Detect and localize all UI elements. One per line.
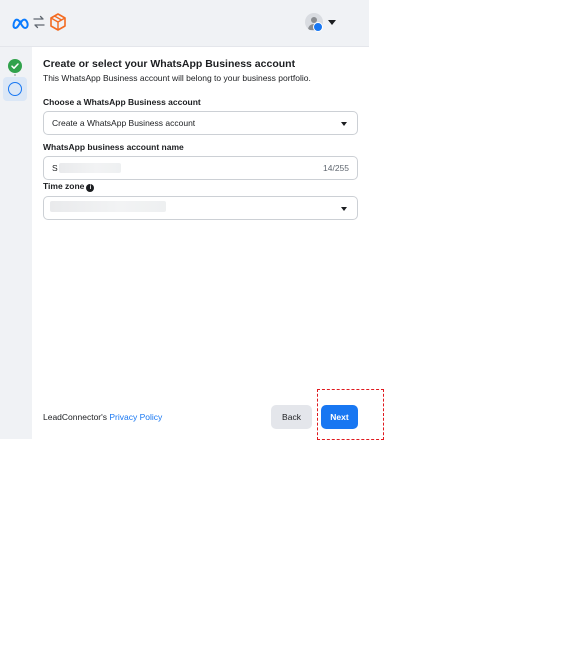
- redacted-text: [50, 201, 166, 212]
- time-zone-dropdown[interactable]: [43, 196, 358, 220]
- progress-steps-rail: [0, 47, 32, 439]
- privacy-notice: LeadConnector's Privacy Policy: [43, 412, 162, 423]
- account-name-input[interactable]: S 14/255: [43, 156, 358, 180]
- back-button[interactable]: Back: [271, 405, 312, 429]
- page-title: Create or select your WhatsApp Business …: [43, 58, 296, 70]
- meta-logo-icon: [12, 18, 29, 30]
- orange-box-logo-icon: [50, 13, 66, 31]
- header-bar: [0, 0, 369, 47]
- check-circle-icon: [8, 59, 22, 73]
- account-select-label: Choose a WhatsApp Business account: [43, 97, 201, 107]
- account-select-value: Create a WhatsApp Business account: [52, 118, 196, 128]
- privacy-notice-prefix: LeadConnector's: [43, 412, 110, 422]
- time-zone-label-row: Time zone i: [43, 181, 95, 192]
- account-name-value: S: [52, 163, 58, 173]
- page-subtitle: This WhatsApp Business account will belo…: [43, 73, 311, 83]
- chevron-down-icon: [341, 207, 347, 211]
- account-name-label: WhatsApp business account name: [43, 142, 184, 152]
- info-icon[interactable]: i: [86, 184, 95, 192]
- whatsapp-signup-panel: Create or select your WhatsApp Business …: [0, 0, 369, 439]
- facebook-badge-icon: [313, 22, 323, 32]
- highlight-annotation: [317, 389, 384, 440]
- privacy-policy-link[interactable]: Privacy Policy: [109, 412, 162, 422]
- step-connector: [14, 74, 16, 76]
- account-menu-button[interactable]: [305, 13, 339, 33]
- chevron-down-icon: [328, 20, 336, 25]
- form-header: Create or select your WhatsApp Business …: [43, 58, 358, 84]
- account-select-dropdown[interactable]: Create a WhatsApp Business account: [43, 111, 358, 135]
- swap-arrows-icon: [33, 15, 45, 29]
- time-zone-label: Time zone: [43, 181, 85, 191]
- empty-circle-icon: [8, 82, 22, 96]
- character-counter: 14/255: [323, 163, 349, 173]
- current-step-indicator: [3, 77, 27, 101]
- redacted-text: [59, 163, 121, 173]
- chevron-down-icon: [341, 122, 347, 126]
